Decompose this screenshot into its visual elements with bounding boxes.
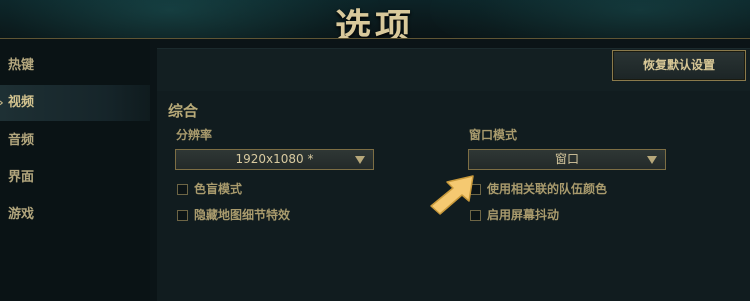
resolution-label: 分辨率 — [176, 128, 213, 142]
sidebar-item-label: 热键 — [8, 58, 35, 73]
dropdown-arrow-icon — [647, 156, 657, 164]
window-mode-label: 窗口模式 — [469, 128, 518, 142]
section-title: 综合 — [168, 102, 199, 120]
sidebar-item-label: 视频 — [8, 95, 35, 110]
dropdown-arrow-icon — [355, 156, 365, 164]
hide-map-effects-checkbox[interactable] — [177, 210, 188, 221]
window-mode-dropdown[interactable]: 窗口 — [468, 149, 666, 170]
resolution-value: 1920x1080 * — [235, 152, 314, 166]
colorblind-mode-checkbox[interactable] — [177, 184, 188, 195]
chevron-right-icon: › — [0, 85, 4, 121]
option-label: 使用相关联的队伍颜色 — [487, 182, 608, 196]
sidebar-item-label: 界面 — [8, 170, 35, 185]
sidebar: 热键 › 视频 音频 界面 游戏 — [0, 39, 150, 300]
option-label: 隐藏地图细节特效 — [194, 208, 291, 222]
sidebar-item-audio[interactable]: 音频 — [0, 123, 150, 159]
page-title: 选项 — [334, 7, 415, 39]
sidebar-item-interface[interactable]: 界面 — [0, 160, 150, 196]
arrow-pointer-icon — [430, 175, 474, 215]
sidebar-item-label: 音频 — [8, 133, 35, 148]
option-label: 启用屏幕抖动 — [487, 208, 560, 222]
sidebar-item-label: 游戏 — [8, 207, 35, 222]
title-bar: 选项 — [0, 0, 750, 39]
sidebar-item-hotkeys[interactable]: 热键 — [0, 48, 150, 84]
window-mode-value: 窗口 — [554, 152, 579, 166]
sidebar-item-game[interactable]: 游戏 — [0, 197, 150, 233]
restore-defaults-button[interactable]: 恢复默认设置 — [612, 50, 746, 81]
option-label: 色盲模式 — [194, 182, 243, 196]
sidebar-item-video[interactable]: › 视频 — [0, 85, 150, 121]
resolution-dropdown[interactable]: 1920x1080 * — [175, 149, 374, 170]
